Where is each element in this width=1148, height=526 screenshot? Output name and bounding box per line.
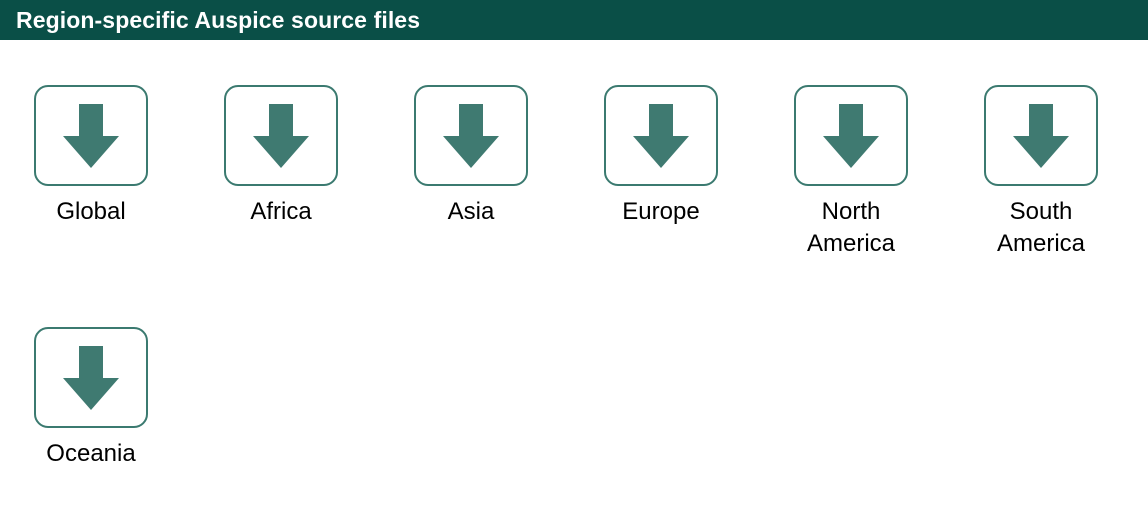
download-arrow-icon [63, 345, 119, 410]
download-button-global[interactable] [34, 85, 148, 186]
region-label[interactable]: Asia [406, 196, 536, 228]
region-label[interactable]: South America [976, 196, 1106, 260]
download-arrow-icon [1013, 103, 1069, 168]
page-title: Region-specific Auspice source files [16, 6, 421, 33]
region-label[interactable]: North America [786, 196, 916, 260]
section-header: Region-specific Auspice source files [0, 0, 1148, 40]
region-label[interactable]: Europe [596, 196, 726, 228]
download-button-oceania[interactable] [34, 327, 148, 428]
download-arrow-icon [443, 103, 499, 168]
download-button-north-america[interactable] [794, 85, 908, 186]
download-arrow-icon [633, 103, 689, 168]
download-tile-asia[interactable]: Asia [376, 85, 566, 228]
download-tile-oceania[interactable]: Oceania [0, 327, 186, 470]
download-tile-africa[interactable]: Africa [186, 85, 376, 228]
region-label[interactable]: Oceania [26, 438, 156, 470]
download-tile-south-america[interactable]: South America [946, 85, 1136, 260]
region-download-grid: Global Africa Asia Europe North America … [0, 40, 1148, 526]
download-tile-north-america[interactable]: North America [756, 85, 946, 260]
download-button-europe[interactable] [604, 85, 718, 186]
download-button-south-america[interactable] [984, 85, 1098, 186]
download-button-africa[interactable] [224, 85, 338, 186]
region-label[interactable]: Global [26, 196, 156, 228]
download-tile-global[interactable]: Global [0, 85, 186, 228]
download-arrow-icon [63, 103, 119, 168]
download-tile-europe[interactable]: Europe [566, 85, 756, 228]
region-label[interactable]: Africa [216, 196, 346, 228]
download-button-asia[interactable] [414, 85, 528, 186]
download-arrow-icon [253, 103, 309, 168]
download-arrow-icon [823, 103, 879, 168]
